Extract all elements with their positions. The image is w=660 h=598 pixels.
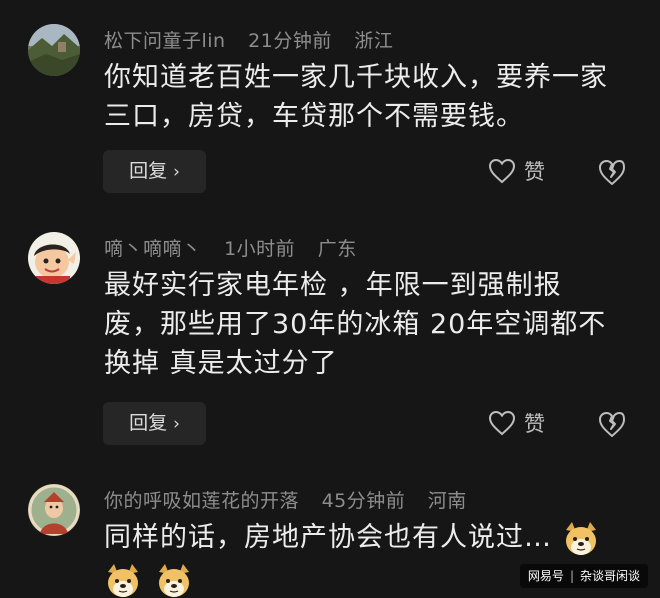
user-avatar[interactable] [28, 24, 80, 76]
doge-emoji-icon [565, 521, 596, 555]
dislike-button[interactable] [597, 157, 627, 187]
emoji-row [104, 562, 201, 598]
like-button[interactable]: 赞 [488, 151, 545, 191]
comment-meta: 松下问童子lin 21分钟前 浙江 [104, 26, 409, 53]
heart-icon [488, 158, 516, 184]
like-label: 赞 [524, 160, 545, 184]
comment-location: 广东 [317, 238, 357, 260]
comment-location: 河南 [427, 490, 467, 512]
doge-emoji-icon [159, 564, 190, 597]
comment-list: 松下问童子lin 21分钟前 浙江 你知道老百姓一家几千块收入，要养一家 三口，… [0, 0, 660, 598]
user-avatar[interactable] [28, 484, 80, 536]
user-avatar[interactable] [28, 232, 80, 284]
comment-line: 废，那些用了30年的冰箱 20年空调都不 [104, 309, 607, 340]
heart-icon [488, 410, 516, 436]
username[interactable]: 松下问童子lin [104, 30, 226, 52]
username[interactable]: 嘀丶嘀嘀丶 [104, 238, 202, 260]
comment-time: 21分钟前 [248, 30, 332, 52]
comment-text: 你知道老百姓一家几千块收入，要养一家 三口，房贷，车贷那个不需要钱。 [104, 58, 634, 136]
comment-time: 1小时前 [224, 238, 296, 260]
comment-line: 换掉 真是太过分了 [104, 348, 338, 379]
like-label: 赞 [524, 412, 545, 436]
comment-line: 三口，房贷，车贷那个不需要钱。 [104, 101, 524, 132]
comment-meta: 你的呼吸如莲花的开落 45分钟前 河南 [104, 486, 483, 513]
comment-text: 最好实行家电年检 ，年限一到强制报 废，那些用了30年的冰箱 20年空调都不 换… [104, 266, 634, 383]
username[interactable]: 你的呼吸如莲花的开落 [104, 490, 299, 512]
reply-button[interactable]: 回复 › [103, 402, 206, 445]
reply-label: 回复 [129, 412, 168, 434]
comment-line: 最好实行家电年检 ，年限一到强制报 [104, 270, 562, 301]
comment-line: 同样的话，房地产协会也有人说过… [104, 522, 552, 553]
dislike-button[interactable] [597, 409, 627, 439]
broken-heart-icon [599, 160, 625, 185]
comment-meta: 嘀丶嘀嘀丶 1小时前 广东 [104, 234, 373, 261]
reply-button[interactable]: 回复 › [103, 150, 206, 193]
comment-line: 你知道老百姓一家几千块收入，要养一家 [104, 62, 608, 93]
watermark: 网易号 | 杂谈哥闲谈 [519, 564, 648, 588]
chevron-right-icon: › [173, 162, 180, 182]
comment-location: 浙江 [354, 30, 394, 52]
comment-time: 45分钟前 [321, 490, 406, 512]
broken-heart-icon [599, 412, 625, 437]
watermark-brand: 网易号 [527, 569, 564, 583]
chevron-right-icon: › [173, 414, 180, 434]
like-button[interactable]: 赞 [488, 403, 545, 443]
watermark-account: 杂谈哥闲谈 [579, 569, 640, 583]
comment-text: 同样的话，房地产协会也有人说过… [104, 518, 660, 558]
reply-label: 回复 [129, 160, 168, 182]
doge-emoji-icon [108, 564, 138, 597]
